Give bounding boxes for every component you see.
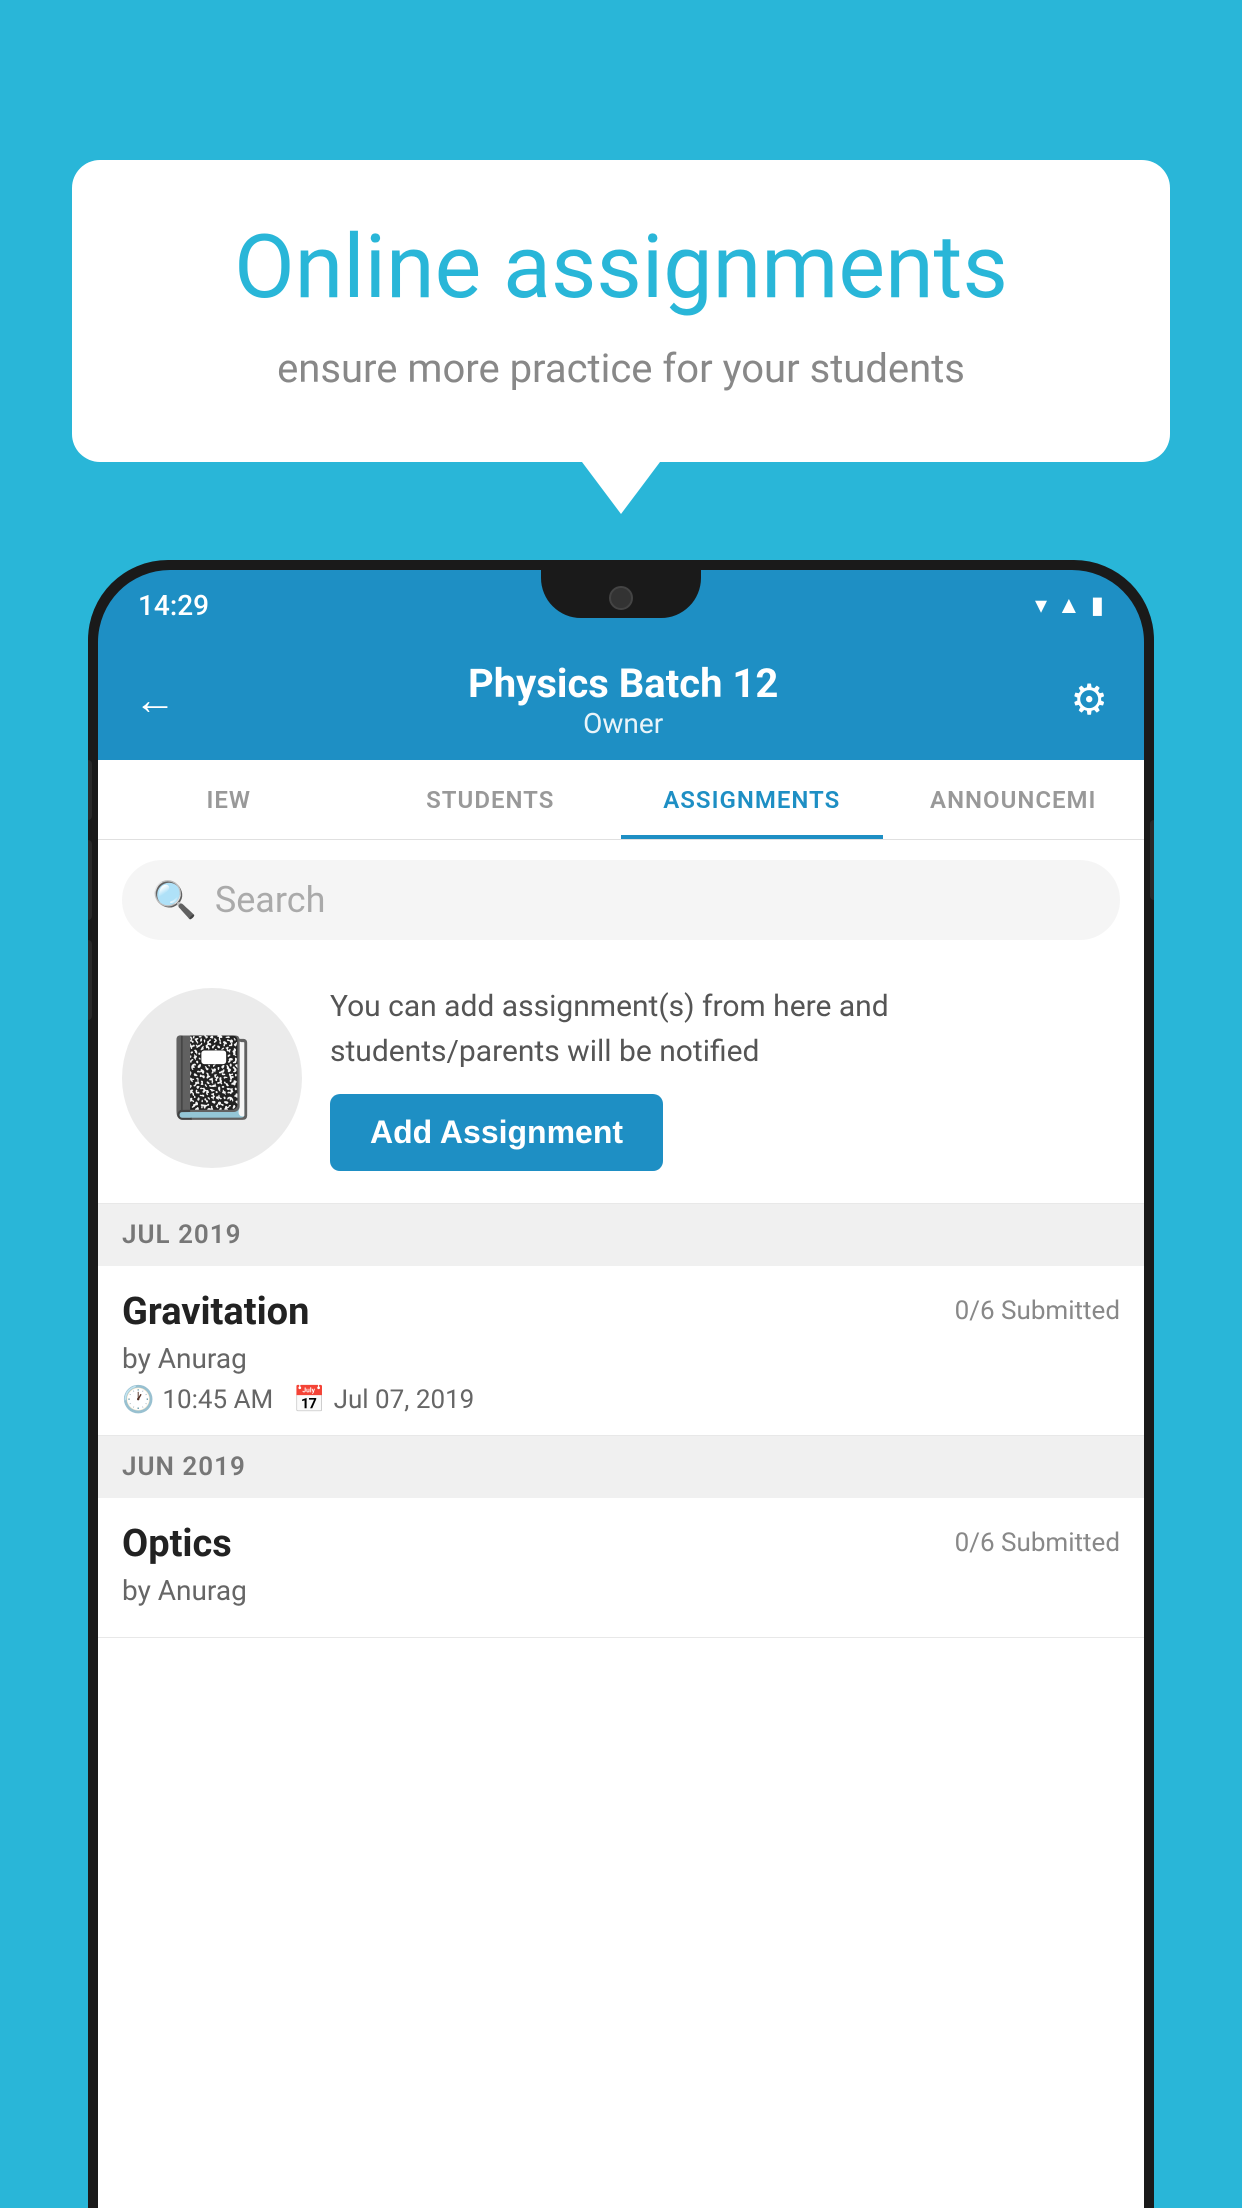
status-icons: ▾ ▲ ▮	[1035, 591, 1104, 620]
promo-section: 📓 You can add assignment(s) from here an…	[98, 960, 1144, 1204]
promo-icon-circle: 📓	[122, 988, 302, 1168]
volume-down-button	[88, 840, 92, 920]
promo-card: Online assignments ensure more practice …	[72, 160, 1170, 462]
section-header-jun: JUN 2019	[98, 1436, 1144, 1498]
app-bar: ← Physics Batch 12 Owner ⚙	[98, 640, 1144, 760]
search-icon: 🔍	[152, 879, 197, 921]
wifi-icon: ▾	[1035, 591, 1047, 619]
tab-bar: IEW STUDENTS ASSIGNMENTS ANNOUNCEMI	[98, 760, 1144, 840]
calendar-icon: 📅	[293, 1385, 325, 1415]
bubble-title: Online assignments	[142, 220, 1100, 317]
tab-assignments[interactable]: ASSIGNMENTS	[621, 760, 883, 839]
app-bar-title-block: Physics Batch 12 Owner	[176, 660, 1070, 740]
power-button	[1150, 820, 1154, 900]
back-button[interactable]: ←	[134, 676, 176, 725]
search-placeholder: Search	[215, 879, 326, 921]
app-bar-title: Physics Batch 12	[176, 660, 1070, 707]
settings-button[interactable]: ⚙	[1070, 675, 1108, 725]
bubble-subtitle: ensure more practice for your students	[142, 345, 1100, 392]
section-header-jul: JUL 2019	[98, 1204, 1144, 1266]
content-area: 🔍 Search 📓 You can add assignment(s) fro…	[98, 840, 1144, 2208]
notch	[541, 570, 701, 618]
assignment-time-value: 10:45 AM	[162, 1385, 273, 1415]
battery-icon: ▮	[1091, 591, 1104, 619]
assignment-time-gravitation: 🕐 10:45 AM	[122, 1385, 273, 1415]
assignment-submitted-gravitation: 0/6 Submitted	[955, 1290, 1120, 1326]
volume-up-button	[88, 760, 92, 820]
status-time: 14:29	[138, 589, 209, 622]
camera	[609, 586, 633, 610]
search-bar[interactable]: 🔍 Search	[122, 860, 1120, 940]
speech-bubble: Online assignments ensure more practice …	[72, 160, 1170, 462]
tab-announcements[interactable]: ANNOUNCEMI	[883, 760, 1145, 839]
assignment-name-gravitation: Gravitation	[122, 1290, 309, 1334]
clock-icon: 🕐	[122, 1385, 154, 1415]
add-assignment-button[interactable]: Add Assignment	[330, 1094, 663, 1171]
phone-mockup: 14:29 ▾ ▲ ▮ ← Physics Batch 12 Owner ⚙ I…	[88, 560, 1154, 2208]
silent-button	[88, 940, 92, 1020]
assignment-date-gravitation: 📅 Jul 07, 2019	[293, 1385, 474, 1415]
promo-content: You can add assignment(s) from here and …	[330, 984, 1120, 1171]
assignment-top: Gravitation 0/6 Submitted	[122, 1290, 1120, 1334]
assignment-date-value: Jul 07, 2019	[334, 1385, 475, 1415]
assignment-top-optics: Optics 0/6 Submitted	[122, 1522, 1120, 1566]
assignment-by-optics: by Anurag	[122, 1574, 1120, 1607]
signal-icon: ▲	[1057, 591, 1081, 620]
assignment-submitted-optics: 0/6 Submitted	[955, 1522, 1120, 1558]
tab-students[interactable]: STUDENTS	[360, 760, 622, 839]
assignment-by-gravitation: by Anurag	[122, 1342, 1120, 1375]
assignment-item-gravitation[interactable]: Gravitation 0/6 Submitted by Anurag 🕐 10…	[98, 1266, 1144, 1436]
promo-description: You can add assignment(s) from here and …	[330, 984, 1120, 1074]
assignment-name-optics: Optics	[122, 1522, 232, 1566]
notebook-icon: 📓	[162, 1031, 262, 1125]
phone-screen: 14:29 ▾ ▲ ▮ ← Physics Batch 12 Owner ⚙ I…	[98, 570, 1144, 2208]
assignment-item-optics[interactable]: Optics 0/6 Submitted by Anurag	[98, 1498, 1144, 1638]
assignment-meta-gravitation: 🕐 10:45 AM 📅 Jul 07, 2019	[122, 1385, 1120, 1415]
app-bar-subtitle: Owner	[176, 707, 1070, 740]
tab-iew[interactable]: IEW	[98, 760, 360, 839]
